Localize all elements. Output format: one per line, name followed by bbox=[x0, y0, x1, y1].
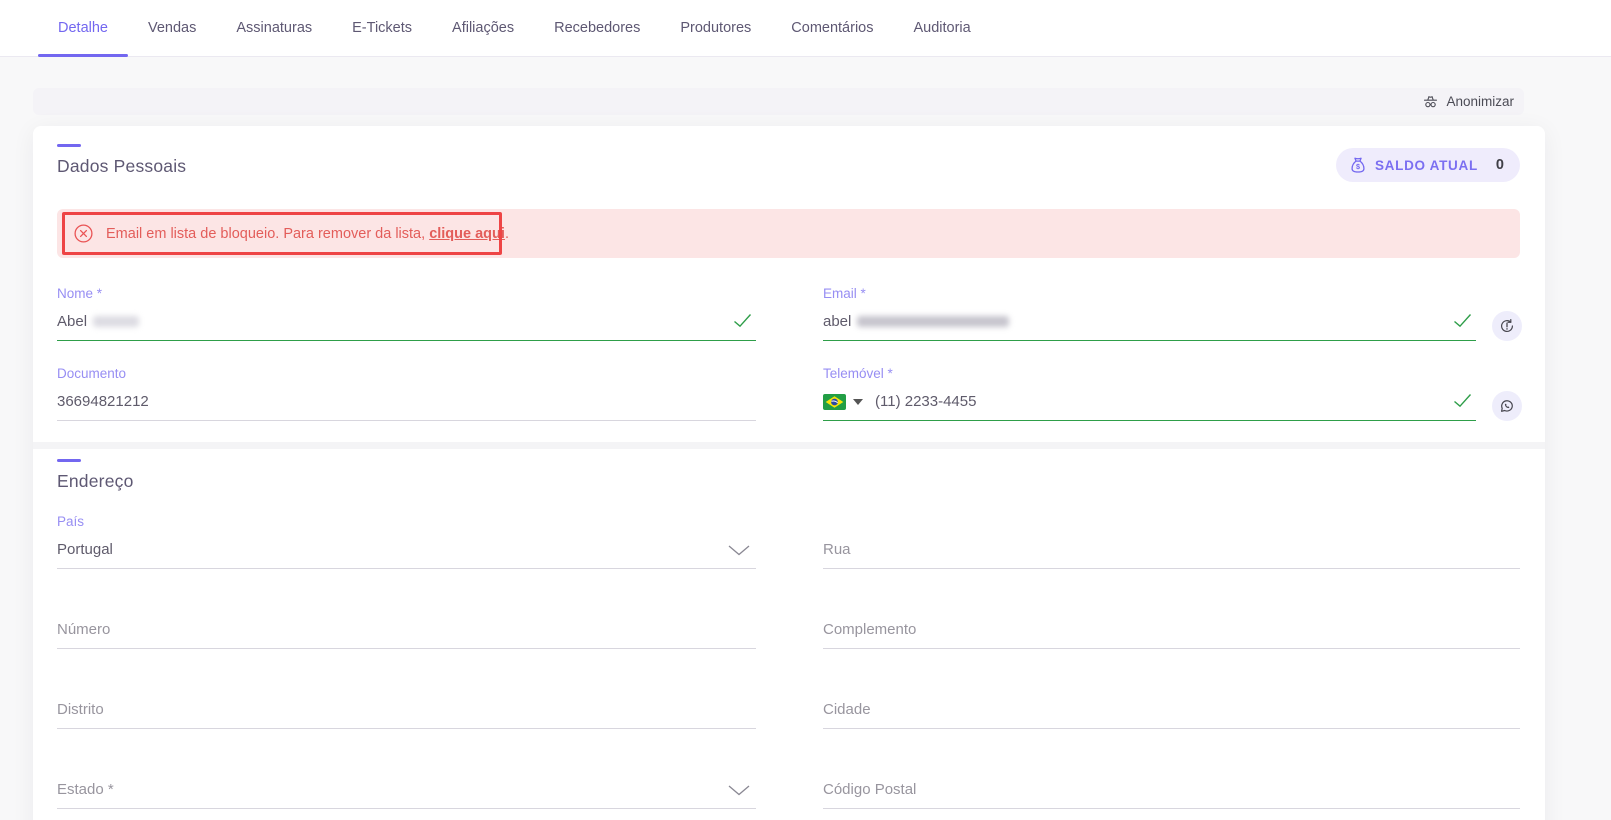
rua-placeholder: Rua bbox=[823, 541, 851, 558]
alert-message-prefix: Email em lista de bloqueio. Para remover… bbox=[106, 226, 429, 242]
distrito-placeholder: Distrito bbox=[57, 701, 104, 718]
codigo-postal-placeholder: Código Postal bbox=[823, 781, 916, 798]
personal-section-title: Dados Pessoais bbox=[57, 156, 186, 177]
email-input[interactable]: abel bbox=[823, 310, 1476, 341]
field-distrito: Distrito bbox=[57, 674, 756, 729]
numero-input[interactable]: Número bbox=[57, 618, 756, 649]
cidade-input[interactable]: Cidade bbox=[823, 698, 1520, 729]
resend-email-button[interactable] bbox=[1492, 311, 1522, 341]
field-nome: Nome * Abel bbox=[57, 286, 756, 341]
anonymize-button[interactable]: Anonimizar bbox=[1423, 94, 1514, 109]
estado-select[interactable]: Estado * bbox=[57, 778, 756, 809]
section-accent-dash bbox=[57, 459, 81, 462]
field-telemovel: Telemóvel * (11) 2233-4455 bbox=[823, 366, 1522, 421]
tab-recebedores[interactable]: Recebedores bbox=[534, 0, 660, 56]
whatsapp-button[interactable] bbox=[1492, 391, 1522, 421]
estado-placeholder: Estado * bbox=[57, 781, 114, 798]
tab-etickets[interactable]: E-Tickets bbox=[332, 0, 432, 56]
address-section-header: Endereço bbox=[57, 459, 1520, 492]
field-estado: Estado * bbox=[57, 754, 756, 809]
pais-label: País bbox=[57, 514, 756, 530]
personal-section-header: Dados Pessoais $ SALDO ATUAL 0 bbox=[57, 144, 1520, 182]
distrito-input[interactable]: Distrito bbox=[57, 698, 756, 729]
money-bag-icon: $ bbox=[1349, 156, 1367, 174]
anonymize-label: Anonimizar bbox=[1446, 94, 1514, 109]
redacted-text bbox=[857, 316, 1009, 327]
check-icon bbox=[1453, 393, 1472, 412]
redacted-text bbox=[93, 316, 139, 327]
dropdown-arrow-icon[interactable] bbox=[853, 399, 863, 405]
alert-message-suffix: . bbox=[505, 226, 509, 242]
field-pais: País Portugal bbox=[57, 514, 756, 569]
field-numero: Número bbox=[57, 594, 756, 649]
detail-card: Dados Pessoais $ SALDO ATUAL 0 Email em … bbox=[33, 126, 1545, 820]
balance-value: 0 bbox=[1496, 157, 1504, 173]
telemovel-input[interactable]: (11) 2233-4455 bbox=[823, 390, 1476, 421]
nome-label: Nome * bbox=[57, 286, 756, 302]
check-icon bbox=[733, 313, 752, 332]
balance-label: SALDO ATUAL bbox=[1375, 158, 1478, 173]
rua-input[interactable]: Rua bbox=[823, 538, 1520, 569]
field-complemento: Complemento bbox=[823, 594, 1520, 649]
incognito-icon bbox=[1423, 94, 1438, 109]
personal-form-grid: Nome * Abel Email * abel bbox=[57, 286, 1520, 421]
documento-label: Documento bbox=[57, 366, 756, 382]
section-accent-dash bbox=[57, 144, 81, 147]
documento-input[interactable]: 36694821212 bbox=[57, 390, 756, 421]
documento-value: 36694821212 bbox=[57, 393, 149, 410]
tab-bar: Detalhe Vendas Assinaturas E-Tickets Afi… bbox=[0, 0, 1611, 57]
tab-detalhe[interactable]: Detalhe bbox=[38, 0, 128, 56]
nome-value: Abel bbox=[57, 313, 87, 330]
flag-brazil-icon[interactable] bbox=[823, 394, 846, 410]
toolbar-strip: Anonimizar bbox=[33, 88, 1524, 115]
numero-placeholder: Número bbox=[57, 621, 110, 638]
complemento-placeholder: Complemento bbox=[823, 621, 916, 638]
chevron-down-icon bbox=[728, 543, 750, 560]
tab-afiliacoes[interactable]: Afiliações bbox=[432, 0, 534, 56]
address-section-title: Endereço bbox=[57, 471, 1520, 492]
refresh-alert-icon bbox=[1499, 318, 1515, 334]
tab-comentarios[interactable]: Comentários bbox=[771, 0, 893, 56]
telemovel-label: Telemóvel * bbox=[823, 366, 1522, 382]
svg-text:$: $ bbox=[1356, 162, 1360, 171]
field-documento: Documento 36694821212 bbox=[57, 366, 756, 421]
field-rua: Rua bbox=[823, 514, 1520, 569]
telemovel-value: (11) 2233-4455 bbox=[875, 393, 976, 410]
whatsapp-icon bbox=[1499, 398, 1515, 414]
complemento-input[interactable]: Complemento bbox=[823, 618, 1520, 649]
alert-message: Email em lista de bloqueio. Para remover… bbox=[106, 226, 509, 242]
section-divider bbox=[33, 442, 1545, 449]
pais-select[interactable]: Portugal bbox=[57, 538, 756, 569]
pais-value: Portugal bbox=[57, 541, 113, 558]
current-balance-badge[interactable]: $ SALDO ATUAL 0 bbox=[1336, 148, 1520, 182]
email-value: abel bbox=[823, 313, 851, 330]
chevron-down-icon bbox=[728, 783, 750, 800]
address-form-grid: País Portugal Rua Número Compleme bbox=[57, 514, 1520, 809]
tab-produtores[interactable]: Produtores bbox=[660, 0, 771, 56]
cidade-placeholder: Cidade bbox=[823, 701, 871, 718]
codigo-postal-input[interactable]: Código Postal bbox=[823, 778, 1520, 809]
field-cidade: Cidade bbox=[823, 674, 1520, 729]
field-email: Email * abel bbox=[823, 286, 1522, 341]
nome-input[interactable]: Abel bbox=[57, 310, 756, 341]
tab-auditoria[interactable]: Auditoria bbox=[893, 0, 990, 56]
error-circle-icon bbox=[74, 224, 93, 243]
check-icon bbox=[1453, 313, 1472, 332]
field-codigo-postal: Código Postal bbox=[823, 754, 1520, 809]
remove-from-blocklist-link[interactable]: clique aqui bbox=[429, 226, 505, 242]
email-blocklist-alert: Email em lista de bloqueio. Para remover… bbox=[57, 209, 1520, 258]
tab-vendas[interactable]: Vendas bbox=[128, 0, 216, 56]
email-label: Email * bbox=[823, 286, 1522, 302]
tab-assinaturas[interactable]: Assinaturas bbox=[216, 0, 332, 56]
